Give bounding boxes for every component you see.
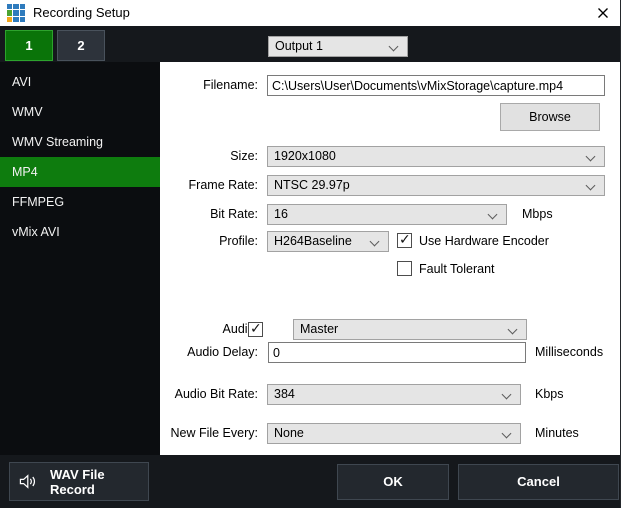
frame-rate-select-value: NTSC 29.97p [274,178,350,192]
format-sidebar: AVI WMV WMV Streaming MP4 FFMPEG vMix AV… [0,62,160,455]
new-file-every-unit: Minutes [535,423,579,444]
cancel-button[interactable]: Cancel [458,464,619,500]
tab-recorder-1[interactable]: 1 [5,30,53,61]
audio-bit-rate-select[interactable]: 384 [267,384,521,405]
size-select-value: 1920x1080 [274,149,336,163]
browse-button[interactable]: Browse [500,103,600,131]
sidebar-item-wmv-streaming[interactable]: WMV Streaming [0,127,160,157]
bit-rate-select[interactable]: 16 [267,204,507,225]
new-file-every-select-value: None [274,426,304,440]
sidebar-item-avi[interactable]: AVI [0,67,160,97]
profile-select[interactable]: H264Baseline [267,231,389,252]
sidebar-item-ffmpeg[interactable]: FFMPEG [0,187,160,217]
fault-tolerant-checkbox[interactable] [397,261,412,276]
audio-bit-rate-unit: Kbps [535,384,564,405]
bit-rate-label: Bit Rate: [160,204,258,225]
recording-setup-dialog: Recording Setup 1 2 Output 1 AVI WMV WMV… [0,0,621,508]
new-file-every-select[interactable]: None [267,423,521,444]
profile-select-value: H264Baseline [274,234,352,248]
audio-bus-select[interactable]: Master [293,319,527,340]
profile-label: Profile: [160,231,258,252]
audio-delay-label: Audio Delay: [160,342,258,363]
sidebar-item-mp4[interactable]: MP4 [0,157,160,187]
title-bar: Recording Setup [0,0,621,26]
audio-label: Audio: [160,319,258,340]
sidebar-item-wmv[interactable]: WMV [0,97,160,127]
use-hardware-encoder-label: Use Hardware Encoder [419,233,549,249]
new-file-every-label: New File Every: [160,423,258,444]
bit-rate-select-value: 16 [274,207,288,221]
output-select-value: Output 1 [275,39,323,53]
frame-rate-select[interactable]: NTSC 29.97p [267,175,605,196]
close-icon[interactable] [592,3,614,23]
audio-bus-select-value: Master [300,322,338,336]
use-hardware-encoder-checkbox[interactable] [397,233,412,248]
sidebar-item-vmix-avi[interactable]: vMix AVI [0,217,160,247]
filename-input[interactable] [267,75,605,96]
audio-checkbox[interactable] [248,322,263,337]
frame-rate-label: Frame Rate: [160,175,258,196]
window-title: Recording Setup [33,5,130,20]
filename-label: Filename: [160,75,258,96]
speaker-icon [18,473,37,490]
fault-tolerant-label: Fault Tolerant [419,261,495,277]
audio-bit-rate-label: Audio Bit Rate: [160,384,258,405]
tab-recorder-2[interactable]: 2 [57,30,105,61]
audio-bit-rate-select-value: 384 [274,387,295,401]
settings-panel: Filename: Browse Size: 1920x1080 Frame R… [160,62,621,455]
output-select[interactable]: Output 1 [268,36,408,57]
vmix-logo-icon [7,4,25,22]
wav-file-record-button[interactable]: WAV File Record [9,462,149,501]
ok-button[interactable]: OK [337,464,449,500]
bit-rate-unit: Mbps [522,204,553,225]
wav-file-record-label: WAV File Record [50,467,148,497]
audio-delay-input[interactable] [268,342,526,363]
size-label: Size: [160,146,258,167]
audio-delay-unit: Milliseconds [535,342,603,363]
size-select[interactable]: 1920x1080 [267,146,605,167]
